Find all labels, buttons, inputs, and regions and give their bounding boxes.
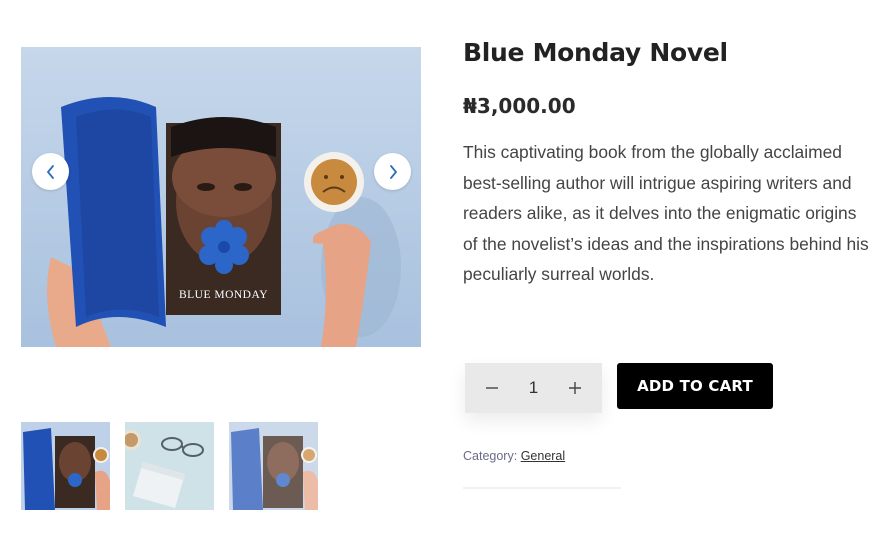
quantity-input[interactable] (518, 378, 549, 398)
book-cover-faded-thumbnail-image (229, 422, 318, 510)
chevron-left-icon (46, 164, 54, 179)
category-link[interactable]: General (521, 449, 565, 463)
decrease-quantity-button[interactable] (482, 378, 502, 398)
thumbnail-strip (21, 422, 318, 510)
minus-icon (486, 387, 498, 389)
product-summary: Blue Monday Novel ₦3,000.00 This captiva… (463, 36, 873, 290)
product-title: Blue Monday Novel (463, 38, 728, 67)
book-cover-thumbnail-image (21, 422, 110, 510)
add-to-cart-button[interactable]: ADD TO CART (617, 363, 773, 409)
quantity-stepper (465, 363, 602, 413)
coffee-glasses-thumbnail-image (125, 422, 214, 510)
thumbnail-book-cover-faded[interactable] (229, 422, 318, 510)
thumbnail-book-cover[interactable] (21, 422, 110, 510)
chevron-right-icon (389, 164, 397, 179)
main-product-image[interactable]: BLUE MONDAY (21, 47, 421, 347)
thumbnail-coffee-glasses[interactable] (125, 422, 214, 510)
increase-quantity-button[interactable] (565, 378, 585, 398)
plus-icon (569, 382, 581, 394)
product-description: This captivating book from the globally … (463, 142, 869, 284)
next-image-button[interactable] (374, 153, 411, 190)
product-price: ₦3,000.00 (463, 94, 576, 118)
previous-image-button[interactable] (32, 153, 69, 190)
category-label: Category: (463, 449, 518, 463)
product-meta: Category: General (463, 449, 565, 463)
add-to-cart-form: ADD TO CART (465, 363, 773, 413)
book-cover-illustration (21, 47, 421, 347)
book-cover-title: BLUE MONDAY (178, 289, 269, 301)
meta-divider (463, 487, 621, 489)
